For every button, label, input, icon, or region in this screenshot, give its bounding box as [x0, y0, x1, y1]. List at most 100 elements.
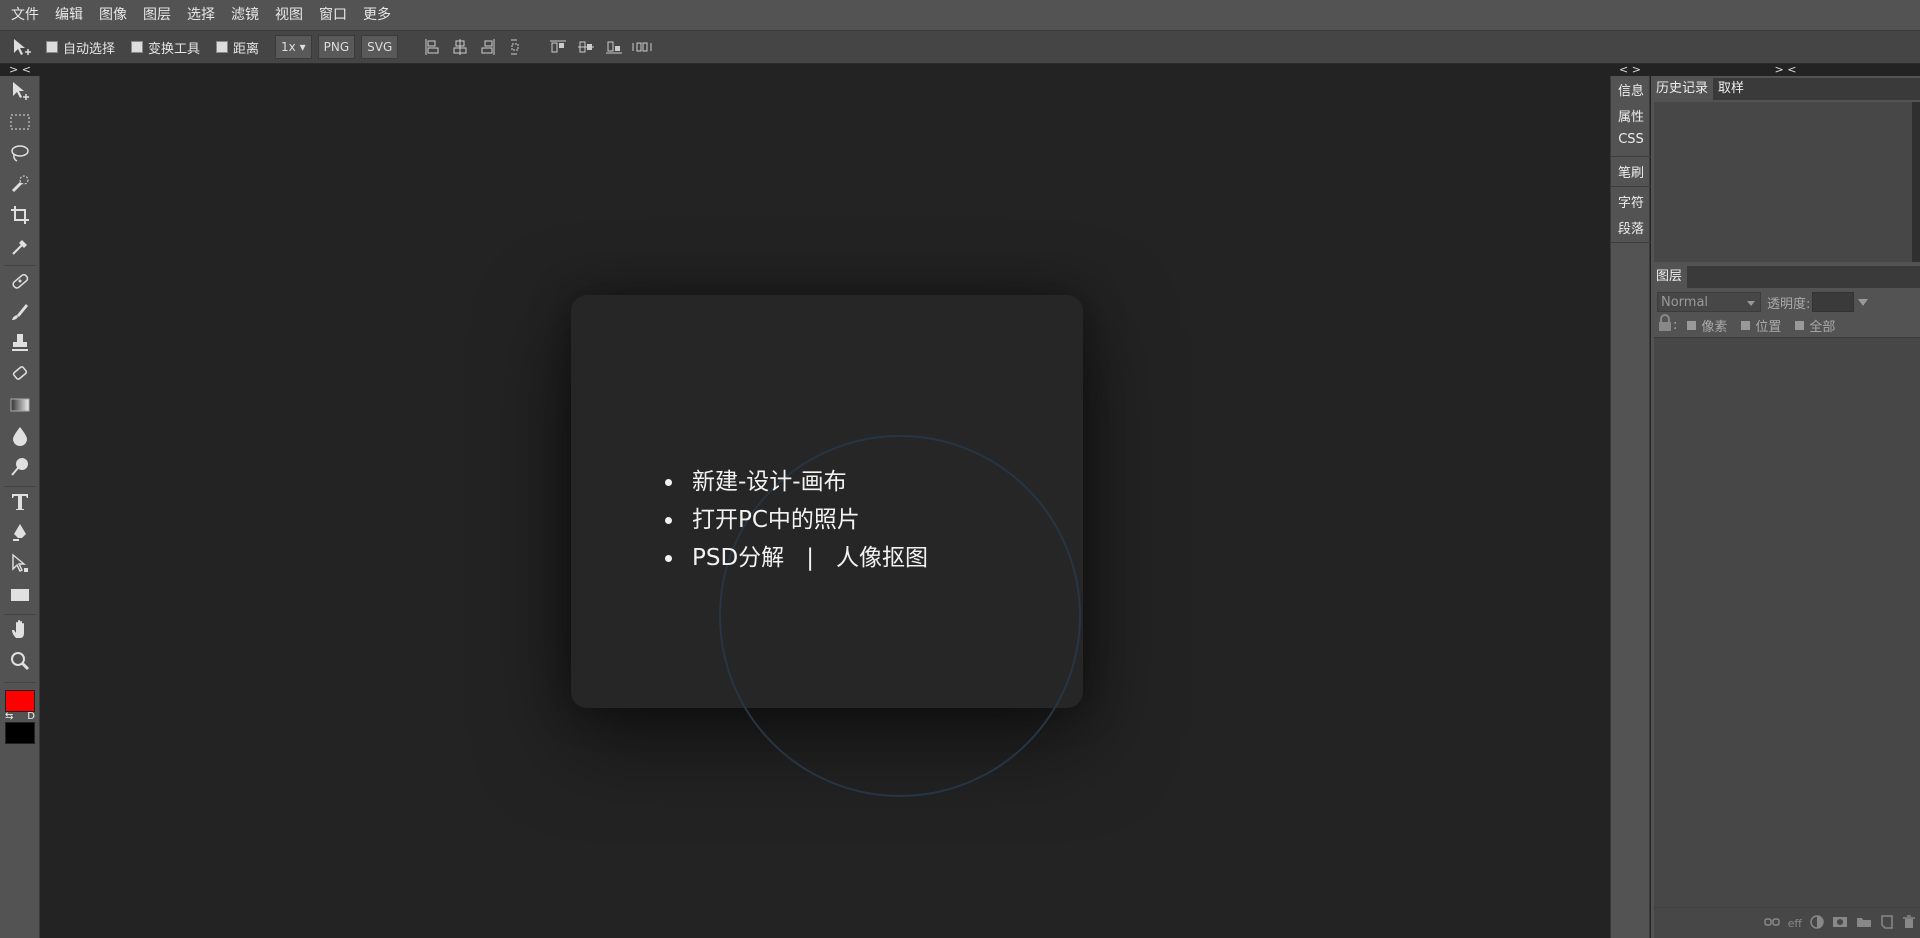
welcome-new-canvas[interactable]: 新建-设计-画布	[665, 463, 928, 501]
tab-divider	[1611, 186, 1651, 187]
foreground-color-swatch[interactable]	[5, 690, 35, 712]
history-scrollbar[interactable]	[1912, 102, 1920, 262]
lock-icon	[1657, 314, 1673, 336]
align-bottom-icon[interactable]	[600, 36, 628, 58]
opacity-input[interactable]	[1812, 292, 1855, 312]
eraser-icon	[9, 363, 31, 389]
tool-divider	[4, 486, 36, 487]
blur-tool[interactable]	[4, 424, 36, 452]
transform-tools-box[interactable]	[131, 41, 144, 53]
eyedropper-icon	[9, 235, 31, 261]
tab-character[interactable]: 字符	[1611, 192, 1651, 211]
zoom-select[interactable]: 1x ▾	[275, 35, 312, 59]
gradient-tool[interactable]	[4, 393, 36, 421]
menu-view[interactable]: 视图	[267, 0, 311, 30]
swap-colors-icon[interactable]: ⇆	[5, 712, 13, 722]
quick-select-tool[interactable]	[4, 172, 36, 200]
text-icon	[9, 491, 31, 517]
align-top-icon[interactable]	[544, 36, 572, 58]
lock-pixels-checkbox[interactable]: 像素	[1687, 316, 1727, 335]
history-tabs: 历史记录 取样	[1651, 78, 1920, 100]
menu-filter[interactable]: 滤镜	[223, 0, 267, 30]
welcome-open-photo[interactable]: 打开PC中的照片	[665, 501, 928, 539]
auto-select-label: 自动选择	[63, 41, 116, 57]
history-list[interactable]	[1654, 102, 1912, 262]
right-panel-collapse[interactable]: > <	[1651, 64, 1920, 76]
new-layer-icon[interactable]	[1880, 914, 1894, 932]
align-middle-v-icon[interactable]	[572, 36, 600, 58]
distance-box[interactable]	[216, 41, 229, 53]
type-tool[interactable]	[4, 490, 36, 518]
menu-file[interactable]: 文件	[3, 0, 47, 30]
lock-pixels-box[interactable]	[1687, 320, 1697, 330]
dodge-tool[interactable]	[4, 455, 36, 483]
lock-position-checkbox[interactable]: 位置	[1741, 316, 1781, 335]
crop-tool[interactable]	[4, 203, 36, 231]
bandage-icon	[9, 270, 31, 296]
stamp-tool[interactable]	[4, 331, 36, 359]
welcome-psd-decompose[interactable]: PSD分解	[692, 545, 784, 571]
new-group-folder-icon[interactable]	[1856, 916, 1872, 931]
zoom-tool[interactable]	[4, 649, 36, 677]
auto-select-checkbox[interactable]: 自动选择	[46, 38, 115, 57]
brush-tool[interactable]	[4, 300, 36, 328]
toolbar-collapse[interactable]: > <	[0, 64, 40, 76]
lasso-tool[interactable]	[4, 141, 36, 169]
tab-brush[interactable]: 笔刷	[1611, 162, 1651, 181]
layers-list[interactable]	[1654, 337, 1920, 907]
eraser-tool[interactable]	[4, 362, 36, 390]
magnifier-icon	[9, 650, 31, 676]
adjustment-layer-icon[interactable]	[1810, 914, 1824, 932]
tab-layers[interactable]: 图层	[1651, 266, 1688, 288]
distance-checkbox[interactable]: 距离	[216, 38, 259, 57]
opacity-dropdown-icon[interactable]	[1858, 298, 1869, 306]
tool-divider	[4, 265, 36, 266]
link-layers-icon[interactable]	[1763, 917, 1780, 930]
align-right-icon[interactable]	[474, 36, 502, 58]
move-tool[interactable]	[4, 79, 36, 107]
layer-mask-icon[interactable]	[1832, 916, 1848, 931]
distribute-v-icon[interactable]	[628, 36, 656, 58]
svg-button[interactable]: SVG	[361, 35, 399, 59]
welcome-list: 新建-设计-画布 打开PC中的照片 PSD分解 | 人像抠图	[665, 463, 928, 577]
welcome-portrait-cutout[interactable]: 人像抠图	[836, 545, 928, 571]
tab-history[interactable]: 历史记录	[1651, 78, 1714, 100]
default-colors-icon[interactable]: D	[27, 712, 35, 722]
tab-properties[interactable]: 属性	[1611, 106, 1651, 125]
pen-tool[interactable]	[4, 521, 36, 549]
lock-all-box[interactable]	[1795, 320, 1805, 330]
gradient-icon	[9, 396, 31, 418]
transform-tools-checkbox[interactable]: 变换工具	[131, 38, 200, 57]
marquee-icon	[9, 113, 31, 135]
path-select-tool[interactable]	[4, 552, 36, 580]
tab-paragraph[interactable]: 段落	[1611, 218, 1651, 237]
menu-select[interactable]: 选择	[179, 0, 223, 30]
lock-position-box[interactable]	[1741, 320, 1751, 330]
crop-icon	[9, 204, 31, 230]
auto-select-box[interactable]	[46, 41, 58, 53]
png-button[interactable]: PNG	[317, 35, 356, 59]
delete-layer-trash-icon[interactable]	[1902, 914, 1916, 932]
menu-image[interactable]: 图像	[91, 0, 135, 30]
background-color-swatch[interactable]	[5, 722, 35, 744]
hand-tool[interactable]	[4, 618, 36, 646]
distribute-h-icon[interactable]	[502, 36, 530, 58]
menu-layer[interactable]: 图层	[135, 0, 179, 30]
align-left-icon[interactable]	[418, 36, 446, 58]
lasso-icon	[9, 142, 31, 168]
layer-effects-button[interactable]: eff	[1788, 917, 1802, 930]
tab-css[interactable]: CSS	[1611, 132, 1651, 147]
menu-more[interactable]: 更多	[355, 0, 399, 30]
tab-sample[interactable]: 取样	[1713, 78, 1750, 100]
menu-window[interactable]: 窗口	[311, 0, 355, 30]
menu-edit[interactable]: 编辑	[47, 0, 91, 30]
eyedropper-tool[interactable]	[4, 234, 36, 262]
lock-all-checkbox[interactable]: 全部	[1795, 316, 1835, 335]
blend-mode-select[interactable]: Normal	[1657, 292, 1761, 312]
shape-tool[interactable]	[4, 583, 36, 611]
align-center-h-icon[interactable]	[446, 36, 474, 58]
marquee-tool[interactable]	[4, 110, 36, 138]
side-tabs-collapse[interactable]: < >	[1610, 64, 1650, 76]
tab-info[interactable]: 信息	[1611, 80, 1651, 99]
healing-tool[interactable]	[4, 269, 36, 297]
